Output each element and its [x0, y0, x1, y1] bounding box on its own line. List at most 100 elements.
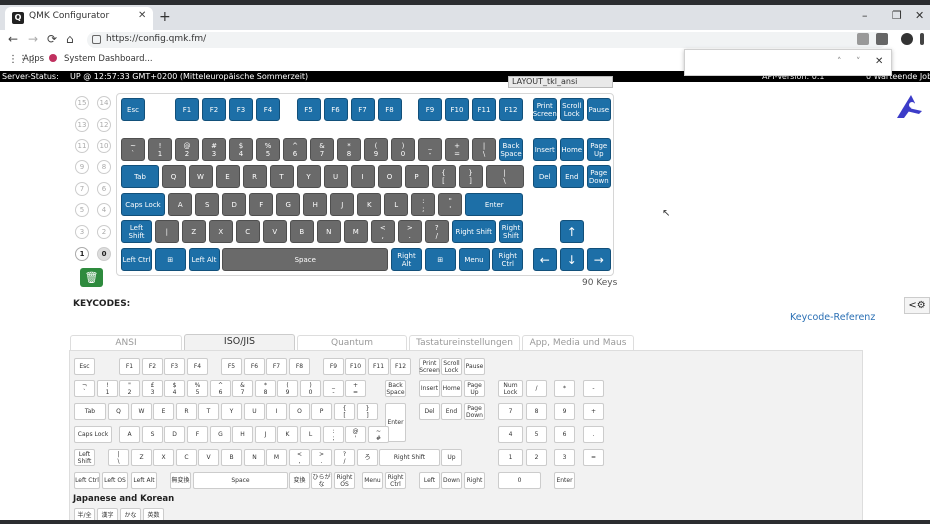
key-right-shift[interactable]: Right Shift — [451, 220, 496, 243]
keycode-e[interactable]: E — [153, 403, 174, 420]
keycode-page-down[interactable]: Page Down — [464, 403, 485, 420]
key-p[interactable]: P — [404, 165, 429, 188]
keycode-u[interactable]: U — [244, 403, 265, 420]
keycode-4[interactable]: $4 — [164, 380, 185, 397]
keycode-f11[interactable]: F11 — [368, 358, 389, 375]
key-pause[interactable]: Pause — [586, 98, 611, 121]
key-sym[interactable]: + = — [445, 138, 469, 161]
keycode-sym[interactable]: * — [554, 380, 575, 397]
keycode-f5[interactable]: F5 — [221, 358, 242, 375]
keycode-sym[interactable]: | \ — [108, 449, 129, 466]
key-sym[interactable]: <, — [370, 220, 395, 243]
tab-ansi[interactable]: ANSI — [70, 335, 182, 350]
key-m[interactable]: M — [343, 220, 368, 243]
keycode-3[interactable]: 3 — [554, 449, 575, 466]
forward-icon[interactable]: → — [28, 32, 38, 46]
key-h[interactable]: H — [303, 193, 328, 216]
keycode-9[interactable]: (9 — [277, 380, 298, 397]
find-prev-icon[interactable]: ˄ — [837, 57, 842, 67]
key-f1[interactable]: F1 — [175, 98, 199, 121]
key-f6[interactable]: F6 — [323, 98, 348, 121]
keycode-left-os[interactable]: Left OS — [102, 472, 128, 489]
keycode-s[interactable]: S — [142, 426, 163, 443]
keycode-d[interactable]: D — [164, 426, 185, 443]
keycode-sym[interactable]: - — [583, 380, 604, 397]
keycode-t[interactable]: T — [198, 403, 219, 420]
keycode-6[interactable]: ^ 6 — [210, 380, 231, 397]
layer-button-7[interactable]: 7 — [75, 182, 89, 196]
layer-button-13[interactable]: 13 — [75, 118, 89, 132]
keycode-scroll-lock[interactable]: Scroll Lock — [441, 358, 462, 375]
keycode-sym[interactable]: {[ — [334, 403, 355, 420]
keycode-f2[interactable]: F2 — [142, 358, 163, 375]
keycode-num-lock[interactable]: Num Lock — [498, 380, 523, 397]
key-a[interactable]: A — [168, 193, 193, 216]
keycode-sym[interactable]: ? / — [334, 449, 355, 466]
keycode-i[interactable]: I — [266, 403, 287, 420]
page-action-icon[interactable] — [857, 33, 869, 45]
keycode-sym[interactable]: ~ # — [368, 426, 389, 443]
keycode-f1[interactable]: F1 — [119, 358, 140, 375]
keycode-h[interactable]: H — [232, 426, 253, 443]
keycode-j[interactable]: J — [255, 426, 276, 443]
keycode-0[interactable]: ) 0 — [300, 380, 321, 397]
key-sym[interactable]: → — [586, 248, 611, 271]
keycode-o[interactable]: O — [289, 403, 310, 420]
key-enter[interactable]: Enter — [465, 193, 524, 216]
key-right-shift[interactable]: Right Shift — [499, 220, 523, 243]
key-3[interactable]: #3 — [202, 138, 226, 161]
key-1[interactable]: ! 1 — [148, 138, 172, 161]
settings-toggle-icon[interactable]: <⚙ — [904, 297, 930, 314]
key-right-ctrl[interactable]: Right Ctrl — [492, 248, 524, 271]
menu-dots-icon[interactable] — [920, 33, 924, 45]
tab-iso-jis[interactable]: ISO/JIS — [184, 334, 295, 351]
keycode-enter[interactable]: Enter — [554, 472, 575, 489]
key-q[interactable]: Q — [161, 165, 186, 188]
keycode-sym[interactable]: + — [583, 403, 604, 420]
keycode-f6[interactable]: F6 — [244, 358, 265, 375]
keycode-8[interactable]: 8 — [526, 403, 547, 420]
keycode-esc[interactable]: Esc — [74, 358, 95, 375]
new-tab-button[interactable]: + — [159, 9, 171, 25]
key-f10[interactable]: F10 — [445, 98, 469, 121]
keycode-print-screen[interactable]: Print Screen — [419, 358, 440, 375]
keycode-a[interactable]: A — [119, 426, 140, 443]
key-sym[interactable]: }] — [458, 165, 483, 188]
key-page-up[interactable]: Page Up — [586, 138, 611, 161]
keycode-left-shift[interactable]: Left Shift — [74, 449, 95, 466]
key-scroll-lock[interactable]: Scroll Lock — [559, 98, 584, 121]
key-4[interactable]: $4 — [229, 138, 253, 161]
keycode-5[interactable]: 5 — [526, 426, 547, 443]
keycode-v[interactable]: V — [198, 449, 219, 466]
key-0[interactable]: ) 0 — [391, 138, 415, 161]
key-caps-lock[interactable]: Caps Lock — [121, 193, 165, 216]
keycode-left-ctrl[interactable]: Left Ctrl — [74, 472, 100, 489]
keycode-r[interactable]: R — [176, 403, 197, 420]
key-f2[interactable]: F2 — [202, 98, 226, 121]
key-f12[interactable]: F12 — [499, 98, 523, 121]
keycode-4[interactable]: 4 — [498, 426, 523, 443]
keycode-8[interactable]: * 8 — [255, 380, 276, 397]
key-e[interactable]: E — [215, 165, 240, 188]
keycode-reference-link[interactable]: Keycode-Referenz — [790, 312, 875, 323]
key-sym[interactable]: ? / — [424, 220, 449, 243]
keycode-sym[interactable]: . — [583, 426, 604, 443]
close-window-icon[interactable]: ✕ — [915, 9, 924, 22]
key-tab[interactable]: Tab — [121, 165, 159, 188]
key-f[interactable]: F — [249, 193, 274, 216]
keycode-space[interactable]: Space — [193, 472, 288, 489]
layer-button-6[interactable]: 6 — [97, 182, 111, 196]
key-r[interactable]: R — [242, 165, 267, 188]
keycode-g[interactable]: G — [210, 426, 231, 443]
keycode-2[interactable]: 2 — [526, 449, 547, 466]
keycode-pause[interactable]: Pause — [464, 358, 485, 375]
tab-close-icon[interactable]: ✕ — [138, 10, 146, 21]
keycode-c[interactable]: C — [176, 449, 197, 466]
key-f4[interactable]: F4 — [256, 98, 280, 121]
key-sym[interactable]: :; — [411, 193, 436, 216]
key-f5[interactable]: F5 — [296, 98, 321, 121]
key-end[interactable]: End — [559, 165, 584, 188]
tab-tastatureinstellungen[interactable]: Tastatureinstellungen — [409, 335, 520, 350]
keycode-y[interactable]: Y — [221, 403, 242, 420]
layer-button-1[interactable]: 1 — [75, 247, 89, 261]
